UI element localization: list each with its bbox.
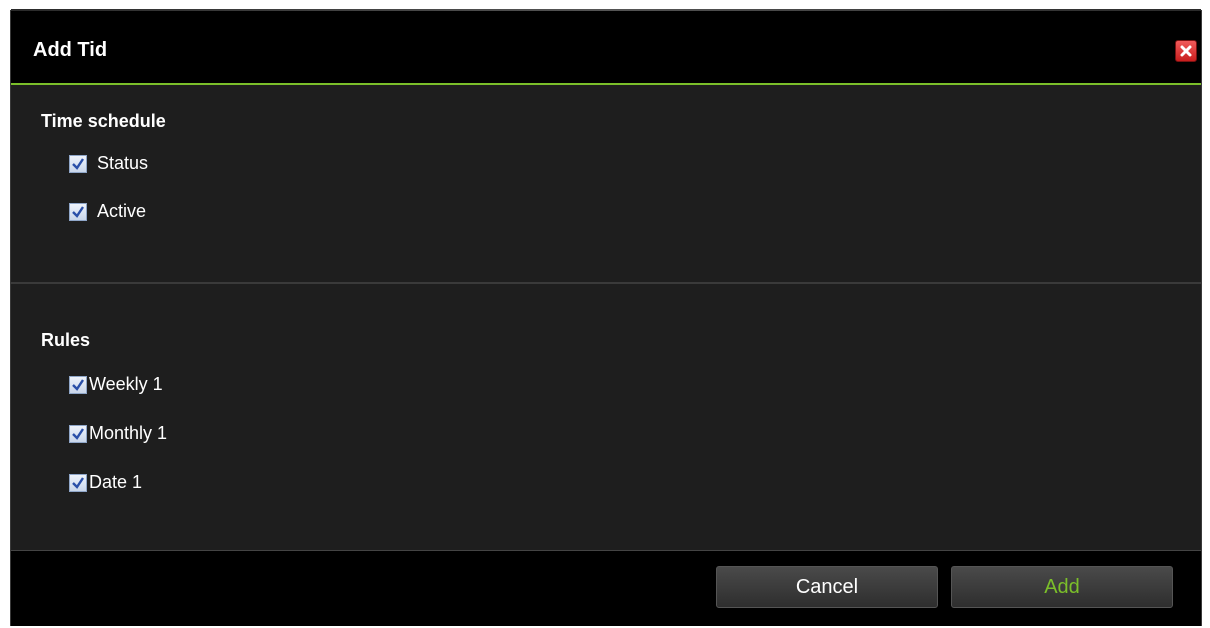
date-1-label: Date 1 xyxy=(89,472,143,492)
cancel-button[interactable]: Cancel xyxy=(716,566,938,608)
status-checkbox[interactable] xyxy=(69,154,87,173)
close-icon xyxy=(1180,45,1192,57)
active-label: Active xyxy=(97,201,147,221)
add-button[interactable]: Add xyxy=(951,566,1173,608)
monthly-1-checkbox[interactable] xyxy=(69,424,87,443)
checkmark-icon xyxy=(72,476,84,489)
date-1-checkbox-row[interactable]: Date 1 xyxy=(69,472,142,493)
weekly-1-checkbox-row[interactable]: Weekly 1 xyxy=(69,374,163,395)
date-1-checkbox[interactable] xyxy=(69,473,87,492)
dialog-title: Add Tid xyxy=(33,39,108,61)
status-checkbox-row[interactable]: Status xyxy=(69,153,148,174)
dialog-footer: Cancel Add xyxy=(11,550,1201,626)
checkmark-icon xyxy=(72,378,84,391)
checkmark-icon xyxy=(72,427,84,440)
time-schedule-heading: Time schedule xyxy=(41,111,166,131)
rules-heading: Rules xyxy=(41,330,91,350)
active-checkbox[interactable] xyxy=(69,202,87,221)
close-button[interactable] xyxy=(1175,40,1197,62)
status-label: Status xyxy=(97,153,149,173)
monthly-1-label: Monthly 1 xyxy=(89,423,168,443)
active-checkbox-row[interactable]: Active xyxy=(69,201,146,222)
time-schedule-section: Time schedule Status Active xyxy=(11,85,1201,282)
monthly-1-checkbox-row[interactable]: Monthly 1 xyxy=(69,423,167,444)
rules-section: Rules Weekly 1 Monthly 1 Date 1 xyxy=(11,284,1201,550)
weekly-1-label: Weekly 1 xyxy=(89,374,163,394)
add-tid-dialog: Add Tid Time schedule Status Active Rule… xyxy=(10,9,1202,626)
weekly-1-checkbox[interactable] xyxy=(69,375,87,394)
checkmark-icon xyxy=(72,205,84,218)
dialog-titlebar: Add Tid xyxy=(11,11,1201,83)
checkmark-icon xyxy=(72,157,84,170)
